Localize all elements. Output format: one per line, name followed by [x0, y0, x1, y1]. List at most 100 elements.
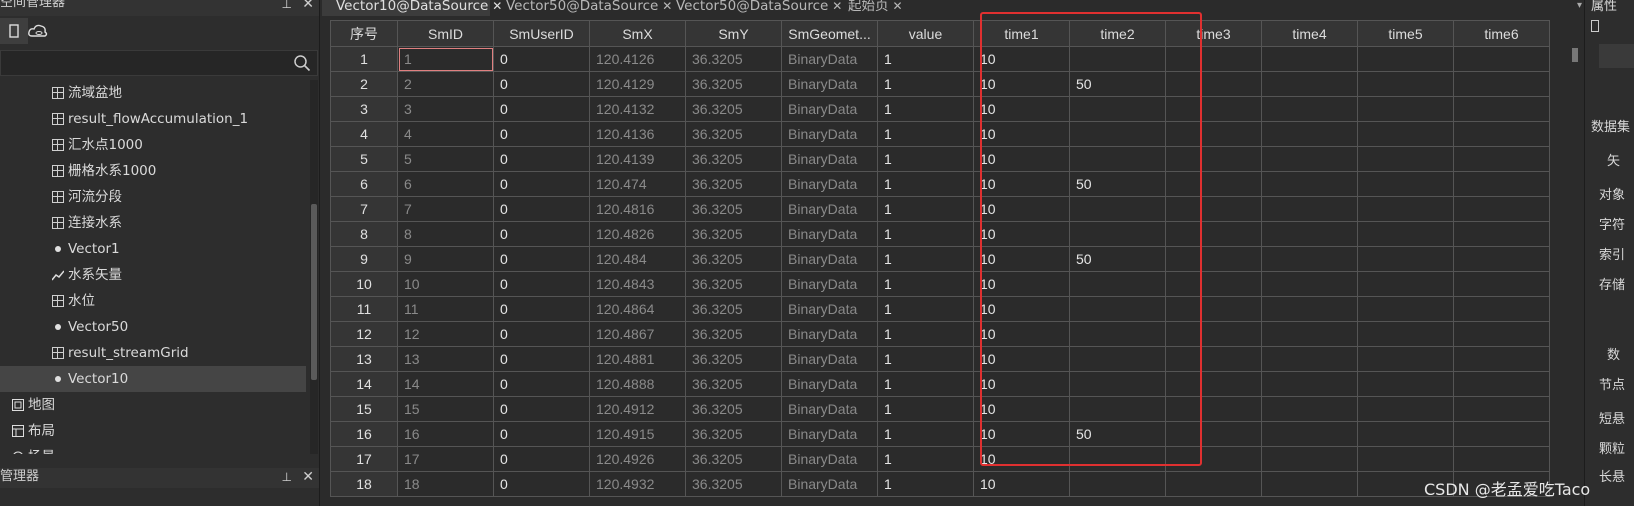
table-row[interactable]: 12 12 0 120.4867 36.3205 BinaryData 1 10 — [330, 321, 1550, 347]
table-cell[interactable]: BinaryData — [781, 421, 878, 447]
table-cell[interactable] — [1261, 221, 1358, 247]
table-cell[interactable]: 1 — [877, 221, 974, 247]
row-number-cell[interactable]: 18 — [330, 471, 398, 497]
table-cell[interactable]: 0 — [493, 121, 590, 147]
table-cell[interactable] — [1357, 171, 1454, 197]
table-cell[interactable] — [1453, 396, 1550, 422]
table-cell[interactable]: 120.4888 — [589, 371, 686, 397]
table-cell[interactable]: 36.3205 — [685, 371, 782, 397]
table-cell[interactable] — [1453, 246, 1550, 272]
tree-item[interactable]: 水位 — [0, 288, 306, 314]
table-cell[interactable]: 0 — [493, 196, 590, 222]
table-row[interactable]: 9 9 0 120.484 36.3205 BinaryData 1 10 50 — [330, 246, 1550, 272]
table-cell[interactable] — [1357, 396, 1454, 422]
table-cell[interactable]: 10 — [973, 321, 1070, 347]
table-cell[interactable]: 0 — [493, 146, 590, 172]
table-row[interactable]: 6 6 0 120.474 36.3205 BinaryData 1 10 50 — [330, 171, 1550, 197]
tab-overflow-icon[interactable]: ▾ — [1577, 0, 1582, 11]
panel-toggle-icon[interactable] — [1591, 20, 1599, 32]
table-cell[interactable]: BinaryData — [781, 71, 878, 97]
table-row[interactable]: 17 17 0 120.4926 36.3205 BinaryData 1 10 — [330, 446, 1550, 472]
properties-tab[interactable] — [1599, 44, 1634, 68]
table-cell[interactable] — [1453, 271, 1550, 297]
table-cell[interactable] — [1357, 246, 1454, 272]
tree-item[interactable]: 连接水系 — [0, 210, 306, 236]
pin-icon[interactable]: ⊥ — [282, 0, 292, 11]
column-header[interactable]: SmX — [589, 20, 686, 47]
table-row[interactable]: 13 13 0 120.4881 36.3205 BinaryData 1 10 — [330, 346, 1550, 372]
table-row[interactable]: 16 16 0 120.4915 36.3205 BinaryData 1 10 50 — [330, 421, 1550, 447]
close-icon[interactable]: ✕ — [302, 470, 314, 484]
table-cell[interactable]: BinaryData — [781, 121, 878, 147]
table-cell[interactable]: 0 — [493, 396, 590, 422]
table-cell[interactable]: 120.4139 — [589, 146, 686, 172]
table-cell[interactable] — [1261, 346, 1358, 372]
table-cell[interactable]: 10 — [973, 46, 1070, 72]
table-cell[interactable]: 36.3205 — [685, 421, 782, 447]
row-number-cell[interactable]: 2 — [330, 71, 398, 97]
table-cell[interactable] — [1069, 321, 1166, 347]
table-cell[interactable] — [1357, 346, 1454, 372]
column-header[interactable]: SmGeomet... — [781, 20, 878, 47]
table-row[interactable]: 8 8 0 120.4826 36.3205 BinaryData 1 10 — [330, 221, 1550, 247]
table-cell[interactable]: BinaryData — [781, 271, 878, 297]
table-cell[interactable] — [1261, 396, 1358, 422]
row-number-cell[interactable]: 13 — [330, 346, 398, 372]
table-cell[interactable] — [1453, 46, 1550, 72]
table-cell[interactable] — [1261, 171, 1358, 197]
table-cell[interactable]: 10 — [973, 446, 1070, 472]
table-cell[interactable]: 10 — [973, 146, 1070, 172]
table-cell[interactable] — [1261, 421, 1358, 447]
table-cell[interactable] — [1165, 371, 1262, 397]
table-cell[interactable]: 120.4136 — [589, 121, 686, 147]
table-vertical-scrollbar[interactable] — [1570, 46, 1580, 506]
table-cell[interactable]: 3 — [397, 96, 494, 122]
document-tab[interactable]: Vector50@DataSource ✕ — [662, 0, 842, 16]
table-cell[interactable]: 120.4867 — [589, 321, 686, 347]
table-cell[interactable]: BinaryData — [781, 96, 878, 122]
table-cell[interactable] — [1069, 96, 1166, 122]
table-row[interactable]: 18 18 0 120.4932 36.3205 BinaryData 1 10 — [330, 471, 1550, 497]
table-cell[interactable] — [1453, 446, 1550, 472]
table-cell[interactable]: 10 — [973, 221, 1070, 247]
table-cell[interactable]: 1 — [877, 46, 974, 72]
table-cell[interactable] — [1165, 271, 1262, 297]
table-cell[interactable]: 1 — [877, 71, 974, 97]
table-cell[interactable] — [1357, 221, 1454, 247]
table-cell[interactable]: 1 — [877, 346, 974, 372]
table-cell[interactable] — [1453, 171, 1550, 197]
table-cell[interactable] — [1165, 196, 1262, 222]
table-cell[interactable] — [1165, 46, 1262, 72]
table-cell[interactable]: 17 — [397, 446, 494, 472]
table-cell[interactable] — [1453, 296, 1550, 322]
table-cell[interactable] — [1069, 396, 1166, 422]
table-cell[interactable]: BinaryData — [781, 471, 878, 497]
table-cell[interactable]: 1 — [877, 121, 974, 147]
table-cell[interactable]: 120.4864 — [589, 296, 686, 322]
table-cell[interactable]: 0 — [493, 96, 590, 122]
table-cell[interactable]: 10 — [973, 396, 1070, 422]
table-cell[interactable]: BinaryData — [781, 46, 878, 72]
table-cell[interactable] — [1069, 346, 1166, 372]
table-cell[interactable] — [1165, 246, 1262, 272]
table-cell[interactable] — [1357, 446, 1454, 472]
table-cell[interactable]: 1 — [877, 396, 974, 422]
table-cell[interactable]: 13 — [397, 346, 494, 372]
table-cell[interactable] — [1261, 196, 1358, 222]
table-cell[interactable]: 0 — [493, 471, 590, 497]
tree-item[interactable]: result_flowAccumulation_1 — [0, 106, 306, 132]
table-cell[interactable]: 50 — [1069, 421, 1166, 447]
table-cell[interactable]: 1 — [877, 271, 974, 297]
table-cell[interactable] — [1261, 246, 1358, 272]
table-cell[interactable]: 6 — [397, 171, 494, 197]
table-cell[interactable] — [1165, 221, 1262, 247]
tree-item[interactable]: Vector10 — [0, 366, 306, 392]
tree-item[interactable]: Vector1 — [0, 236, 306, 262]
table-cell[interactable]: 120.4912 — [589, 396, 686, 422]
table-cell[interactable]: 0 — [493, 371, 590, 397]
table-cell[interactable] — [1261, 446, 1358, 472]
table-cell[interactable] — [1069, 296, 1166, 322]
table-cell[interactable] — [1069, 46, 1166, 72]
column-header[interactable]: SmY — [685, 20, 782, 47]
table-row[interactable]: 1 1 0 120.4126 36.3205 BinaryData 1 10 — [330, 46, 1550, 72]
